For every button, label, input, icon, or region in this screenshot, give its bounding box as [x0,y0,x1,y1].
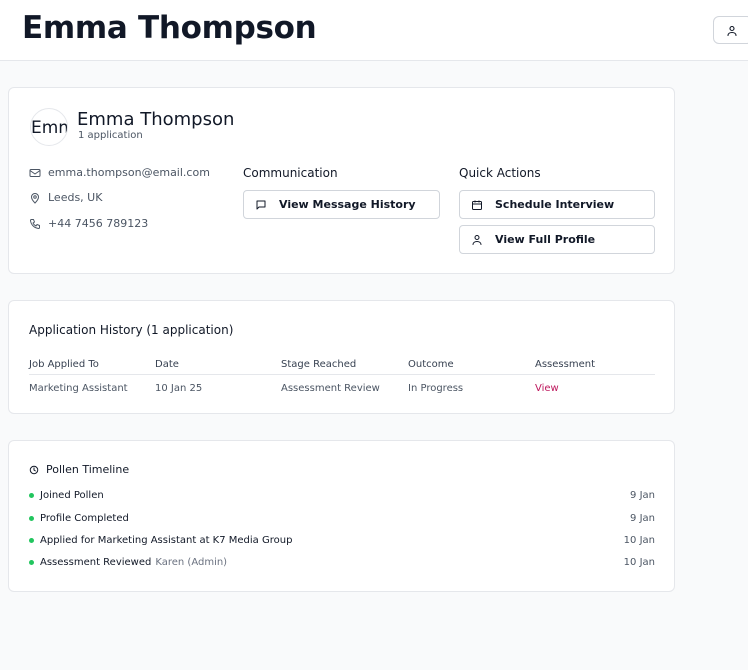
clock-icon [29,465,39,474]
user-icon [472,234,482,245]
candidate-profile-card: Emma Thompson Emma Thompson 1 applicatio… [8,87,675,274]
cell-stage: Assessment Review [281,383,380,394]
column-header-stage: Stage Reached [281,359,357,370]
contact-phone: +44 7456 789123 [29,217,148,230]
view-full-profile-label: View Full Profile [495,233,596,246]
top-bar: Emma Thompson [0,0,748,61]
column-header-date: Date [155,359,179,370]
status-dot [29,560,34,565]
candidate-name: Emma Thompson [77,109,235,130]
cell-date: 10 Jan 25 [155,383,203,394]
quick-actions-heading: Quick Actions [459,166,541,180]
phone-text: +44 7456 789123 [48,217,149,230]
user-icon [727,25,737,37]
avatar-alt-text: Emma Thompson [31,118,67,138]
avatar: Emma Thompson [30,108,68,146]
timeline-item-label: Applied for Marketing Assistant at K7 Me… [40,535,293,546]
contact-location: Leeds, UK [29,191,102,204]
pollen-timeline-card: Pollen Timeline Joined Pollen 9 Jan Prof… [8,440,675,592]
schedule-interview-button[interactable]: Schedule Interview [459,190,655,219]
status-dot [29,493,34,498]
timeline-item-label-text: Assessment Reviewed [40,557,152,568]
application-history-card: Application History (1 application) Job … [8,300,675,414]
message-icon [256,200,266,209]
cell-outcome: In Progress [408,383,464,394]
timeline-title-text: Pollen Timeline [46,463,130,476]
timeline-item-date: 10 Jan [623,557,655,568]
view-message-history-button[interactable]: View Message History [243,190,440,219]
timeline-title: Pollen Timeline [29,463,129,476]
timeline-item-label: Joined Pollen [40,490,104,501]
user-menu-button[interactable] [713,16,748,44]
phone-icon [30,218,40,229]
page-title: Emma Thompson [22,10,317,46]
timeline-item-label: Assessment Reviewed Karen (Admin) [40,557,227,568]
column-header-assessment: Assessment [535,359,595,370]
timeline-item-date: 9 Jan [630,513,655,524]
status-dot [29,538,34,543]
map-pin-icon [30,192,40,204]
status-dot [29,516,34,521]
location-text: Leeds, UK [48,191,103,204]
application-history-title: Application History (1 application) [29,323,234,337]
contact-email: emma.thompson@email.com [29,166,210,179]
column-header-outcome: Outcome [408,359,454,370]
email-text: emma.thompson@email.com [48,166,210,179]
table-header-divider [29,374,655,375]
cell-job: Marketing Assistant [29,383,128,394]
view-assessment-link[interactable]: View [535,383,559,394]
mail-icon [29,168,41,177]
application-count: 1 application [78,130,143,141]
communication-heading: Communication [243,166,338,180]
calendar-icon [472,200,482,210]
timeline-item-label: Profile Completed [40,513,129,524]
timeline-item-date: 10 Jan [623,535,655,546]
view-full-profile-button[interactable]: View Full Profile [459,225,655,254]
timeline-item-date: 9 Jan [630,490,655,501]
timeline-item-actor: Karen (Admin) [155,557,228,568]
column-header-job: Job Applied To [29,359,99,370]
schedule-interview-label: Schedule Interview [495,198,615,211]
message-history-label: View Message History [279,198,416,211]
